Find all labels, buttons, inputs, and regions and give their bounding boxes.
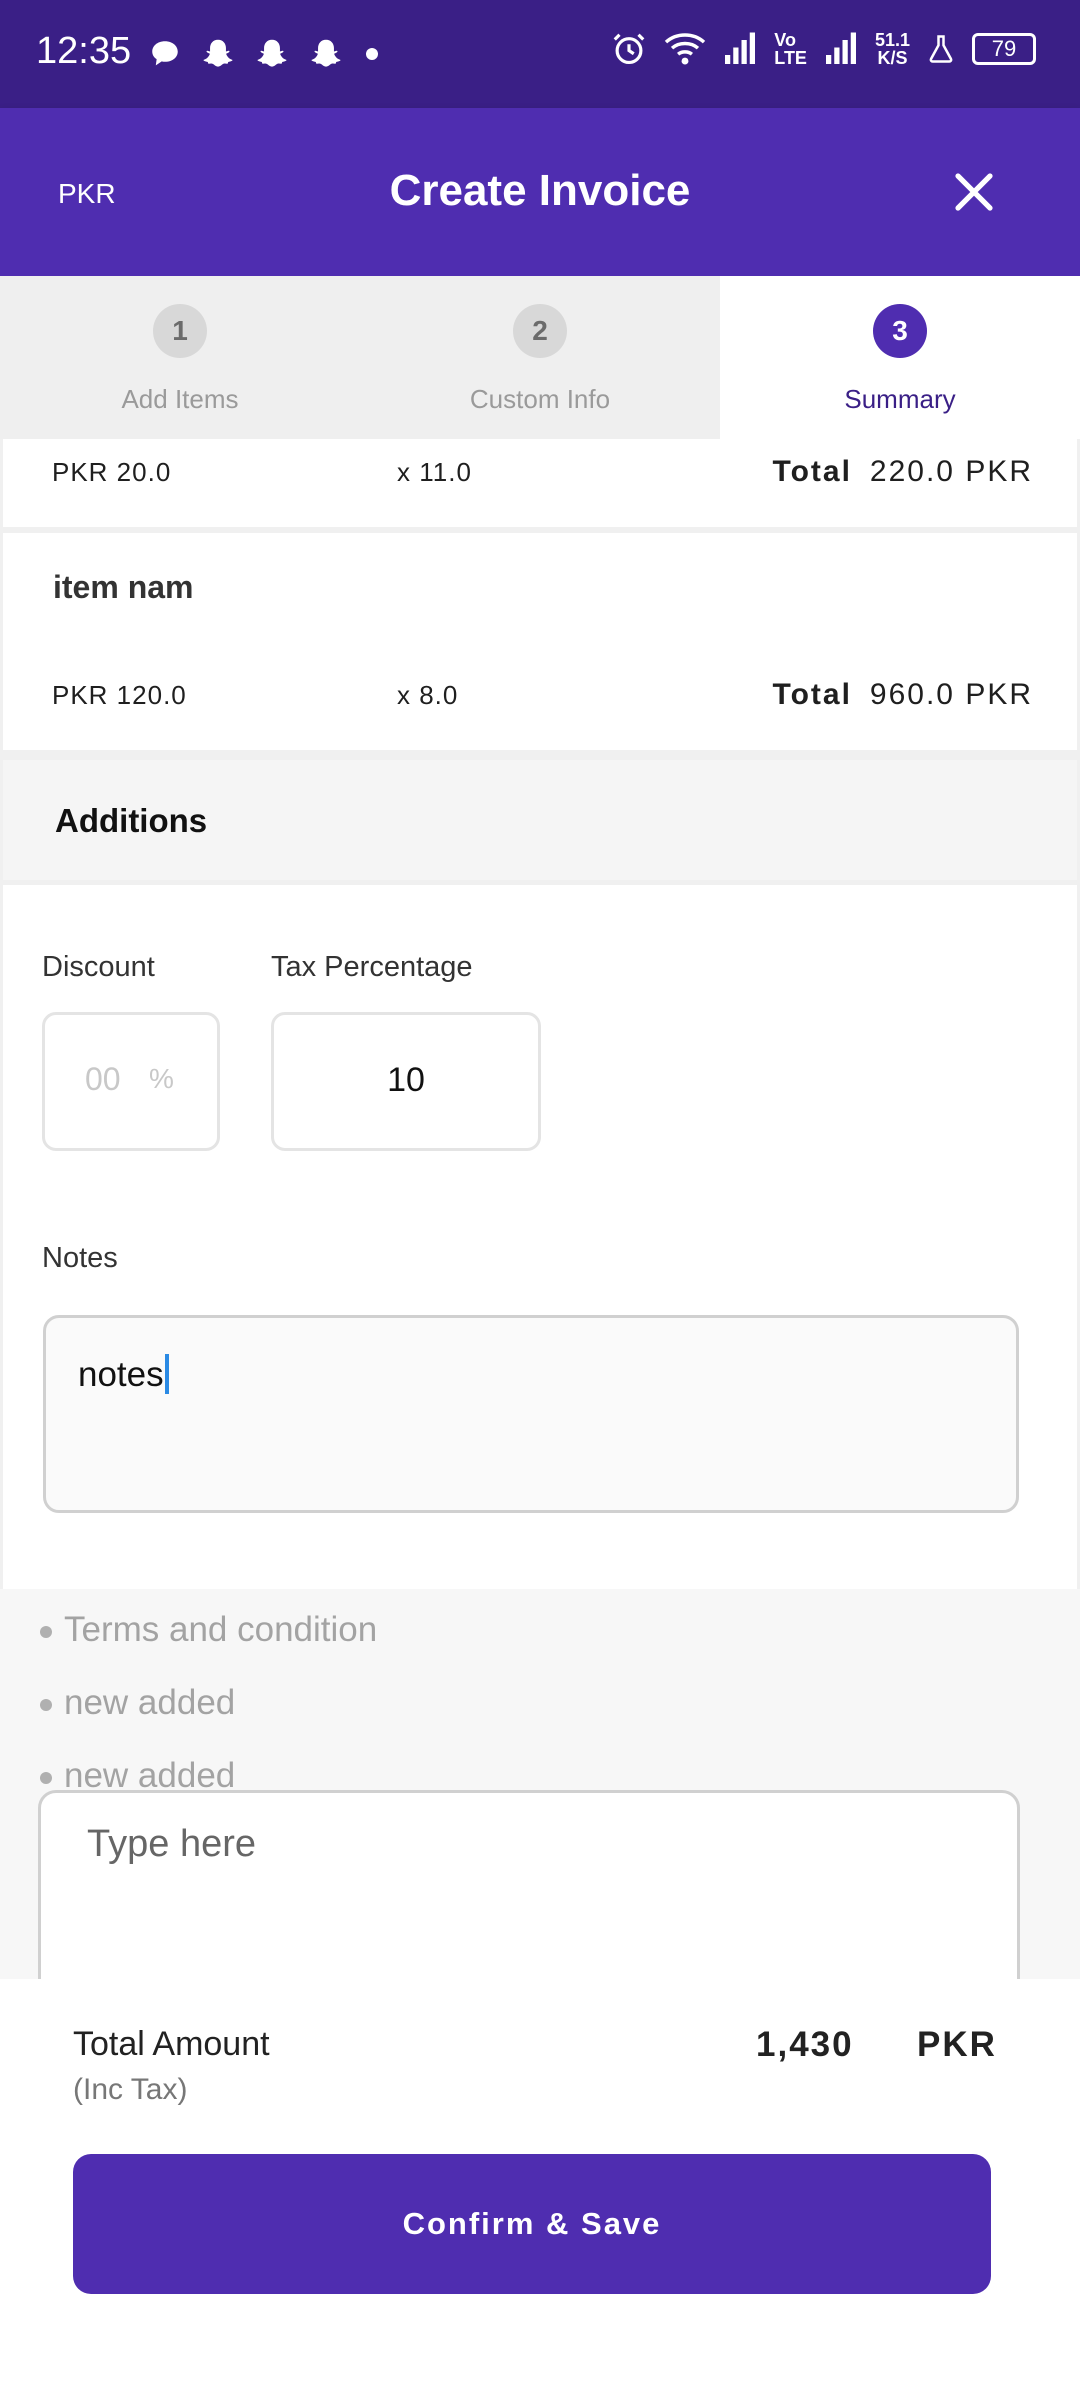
signal-icon (825, 32, 856, 64)
item-quantity: x 11.0 (397, 457, 472, 487)
bottom-summary: Total Amount (Inc Tax) 1,430 PKR Confirm… (0, 1979, 1080, 2399)
item-price: PKR 120.0 (52, 680, 187, 710)
item-quantity: x 8.0 (397, 680, 459, 710)
status-time: 12:35 (36, 30, 132, 72)
terms-list-item: Terms and condition (40, 1610, 377, 1650)
invoice-item-row: item nam PKR 120.0 x 8.0 Total 960.0 PKR (3, 533, 1077, 750)
chat-bubble-icon (152, 41, 178, 66)
tax-percentage-value: 10 (387, 1061, 425, 1099)
terms-input-placeholder: Type here (87, 1823, 256, 1865)
step-indicator: 1 Add Items 2 Custom Info 3 Summary (0, 276, 1080, 439)
system-icons: Vo LTE 51.1 K/S 79 (610, 30, 1036, 68)
bullet-icon (40, 1698, 52, 1711)
notes-value: notes (78, 1354, 169, 1395)
snapchat-icon (311, 39, 341, 67)
notification-icons (148, 36, 382, 72)
inc-tax-label: (Inc Tax) (73, 2073, 188, 2106)
terms-list-item: new added (40, 1683, 235, 1723)
item-total: Total 960.0 PKR (772, 678, 1033, 711)
step-add-items[interactable]: 1 Add Items (0, 276, 360, 439)
step-custom-info[interactable]: 2 Custom Info (360, 276, 720, 439)
notes-label: Notes (42, 1242, 118, 1274)
item-price: PKR 20.0 (52, 457, 172, 487)
snapchat-icon (257, 39, 287, 67)
summary-content[interactable]: PKR 20.0 x 11.0 Total 220.0 PKR item nam … (0, 439, 1080, 1979)
page-title: Create Invoice (389, 166, 691, 215)
battery-indicator: 79 (972, 33, 1036, 65)
step-number: 1 (153, 304, 207, 358)
confirm-save-button[interactable]: Confirm & Save (73, 2154, 991, 2294)
volte-indicator: Vo LTE (774, 30, 807, 68)
step-label: Custom Info (469, 384, 611, 414)
app-bar: PKR Create Invoice (0, 108, 1080, 276)
discount-placeholder: 00 (85, 1061, 121, 1097)
text-cursor (164, 1354, 169, 1394)
status-bar: 12:35 Vo LTE 51.1 K/S 79 (0, 0, 1080, 108)
total-amount-currency: PKR (917, 2025, 997, 2064)
wifi-icon (665, 33, 706, 65)
item-name: item nam (53, 569, 194, 605)
additions-heading: Additions (55, 802, 208, 839)
step-number: 3 (873, 304, 927, 358)
additions-header: Additions (3, 760, 1077, 880)
total-amount-label: Total Amount (73, 2025, 270, 2063)
alarm-icon (613, 33, 645, 65)
flask-icon (929, 35, 953, 63)
tax-percentage-label: Tax Percentage (271, 951, 473, 983)
item-total: Total 220.0 PKR (772, 455, 1033, 488)
step-label: Summary (844, 384, 956, 414)
signal-icon (725, 32, 756, 64)
terms-input[interactable]: Type here (38, 1790, 1020, 1979)
bullet-icon (40, 1771, 52, 1784)
discount-label: Discount (42, 951, 155, 983)
tax-percentage-input[interactable]: 10 (271, 1012, 541, 1151)
more-dot-icon (366, 48, 378, 60)
step-label: Add Items (121, 384, 239, 414)
notes-input[interactable]: notes (43, 1315, 1019, 1513)
close-icon[interactable] (950, 168, 998, 216)
percent-suffix: % (149, 1063, 174, 1094)
notes-card: Notes notes (3, 1195, 1077, 1587)
step-number: 2 (513, 304, 567, 358)
bullet-icon (40, 1625, 52, 1638)
total-amount-value: 1,430 (756, 2025, 854, 2064)
network-speed: 51.1 K/S (874, 30, 910, 68)
discount-input[interactable]: 00 % (42, 1012, 220, 1151)
snapchat-icon (203, 39, 233, 67)
invoice-item-row: PKR 20.0 x 11.0 Total 220.0 PKR (3, 439, 1077, 527)
step-summary[interactable]: 3 Summary (720, 276, 1080, 439)
